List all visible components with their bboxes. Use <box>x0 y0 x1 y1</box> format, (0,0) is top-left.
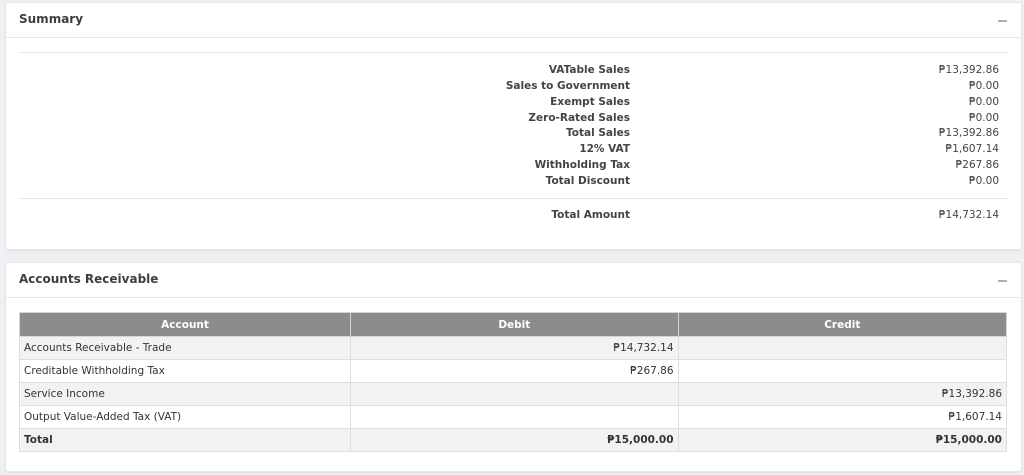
summary-total-divider <box>19 198 1008 199</box>
total-amount-value: ₱14,732.14 <box>938 209 999 221</box>
total-amount-label: Total Amount <box>551 209 630 221</box>
summary-top-divider <box>19 52 1008 53</box>
summary-value: ₱0.00 <box>968 112 999 124</box>
summary-label: Total Sales <box>566 127 630 139</box>
account-cell: Service Income <box>18 382 352 406</box>
total-label-cell: Total <box>18 428 352 452</box>
summary-title: Summary <box>19 12 84 26</box>
table-total-row: Total ₱15,000.00 ₱15,000.00 <box>18 428 1008 452</box>
summary-row-total-sales: Total Sales ₱13,392.86 <box>6 127 1021 143</box>
debit-cell: ₱267.86 <box>350 359 679 383</box>
minus-icon[interactable] <box>998 20 1007 22</box>
summary-value: ₱0.00 <box>968 175 999 187</box>
accounts-receivable-panel: Accounts Receivable Account Debit Credit… <box>5 262 1022 472</box>
account-cell: Output Value-Added Tax (VAT) <box>18 405 352 429</box>
summary-row-zero-rated-sales: Zero-Rated Sales ₱0.00 <box>6 112 1021 128</box>
debit-cell <box>350 382 679 406</box>
summary-panel: Summary VATable Sales ₱13,392.86 Sales t… <box>5 2 1022 250</box>
debit-cell <box>350 405 679 429</box>
summary-value: ₱13,392.86 <box>938 127 999 139</box>
account-cell: Creditable Withholding Tax <box>18 359 352 383</box>
summary-row-total-discount: Total Discount ₱0.00 <box>6 175 1021 191</box>
summary-value: ₱0.00 <box>968 96 999 108</box>
summary-row-vat: 12% VAT ₱1,607.14 <box>6 143 1021 159</box>
accounts-receivable-title: Accounts Receivable <box>19 272 159 286</box>
summary-value: ₱1,607.14 <box>945 143 999 155</box>
credit-cell: ₱1,607.14 <box>677 405 1008 429</box>
credit-cell: ₱13,392.86 <box>677 382 1008 406</box>
summary-row-vatable-sales: VATable Sales ₱13,392.86 <box>6 64 1021 80</box>
table-row: Creditable Withholding Tax ₱267.86 <box>18 359 1008 383</box>
summary-label: Zero-Rated Sales <box>528 112 630 124</box>
summary-label: Total Discount <box>545 175 630 187</box>
debit-cell: ₱14,732.14 <box>350 336 679 360</box>
table-row: Service Income ₱13,392.86 <box>18 382 1008 406</box>
credit-cell <box>677 336 1008 360</box>
table-header-row: Account Debit Credit <box>18 312 1008 337</box>
column-header-debit: Debit <box>350 312 679 337</box>
column-header-account: Account <box>18 312 352 337</box>
total-credit-cell: ₱15,000.00 <box>677 428 1008 452</box>
summary-label: 12% VAT <box>579 143 630 155</box>
table-row: Output Value-Added Tax (VAT) ₱1,607.14 <box>18 405 1008 429</box>
summary-label: VATable Sales <box>548 64 630 76</box>
summary-label: Sales to Government <box>505 80 630 92</box>
table-row: Accounts Receivable - Trade ₱14,732.14 <box>18 336 1008 360</box>
summary-row-total-amount: Total Amount ₱14,732.14 <box>6 209 1021 225</box>
accounts-receivable-table: Account Debit Credit Accounts Receivable… <box>18 312 1008 452</box>
total-debit-cell: ₱15,000.00 <box>350 428 679 452</box>
summary-value: ₱0.00 <box>968 80 999 92</box>
summary-label: Withholding Tax <box>534 159 630 171</box>
summary-label: Exempt Sales <box>550 96 630 108</box>
credit-cell <box>677 359 1008 383</box>
summary-row-exempt-sales: Exempt Sales ₱0.00 <box>6 96 1021 112</box>
summary-header: Summary <box>6 3 1021 38</box>
accounts-receivable-header: Accounts Receivable <box>6 263 1021 298</box>
summary-row-sales-to-government: Sales to Government ₱0.00 <box>6 80 1021 96</box>
account-cell: Accounts Receivable - Trade <box>18 336 352 360</box>
summary-value: ₱13,392.86 <box>938 64 999 76</box>
minus-icon[interactable] <box>998 280 1007 282</box>
column-header-credit: Credit <box>677 312 1008 337</box>
summary-row-withholding-tax: Withholding Tax ₱267.86 <box>6 159 1021 175</box>
summary-value: ₱267.86 <box>955 159 999 171</box>
